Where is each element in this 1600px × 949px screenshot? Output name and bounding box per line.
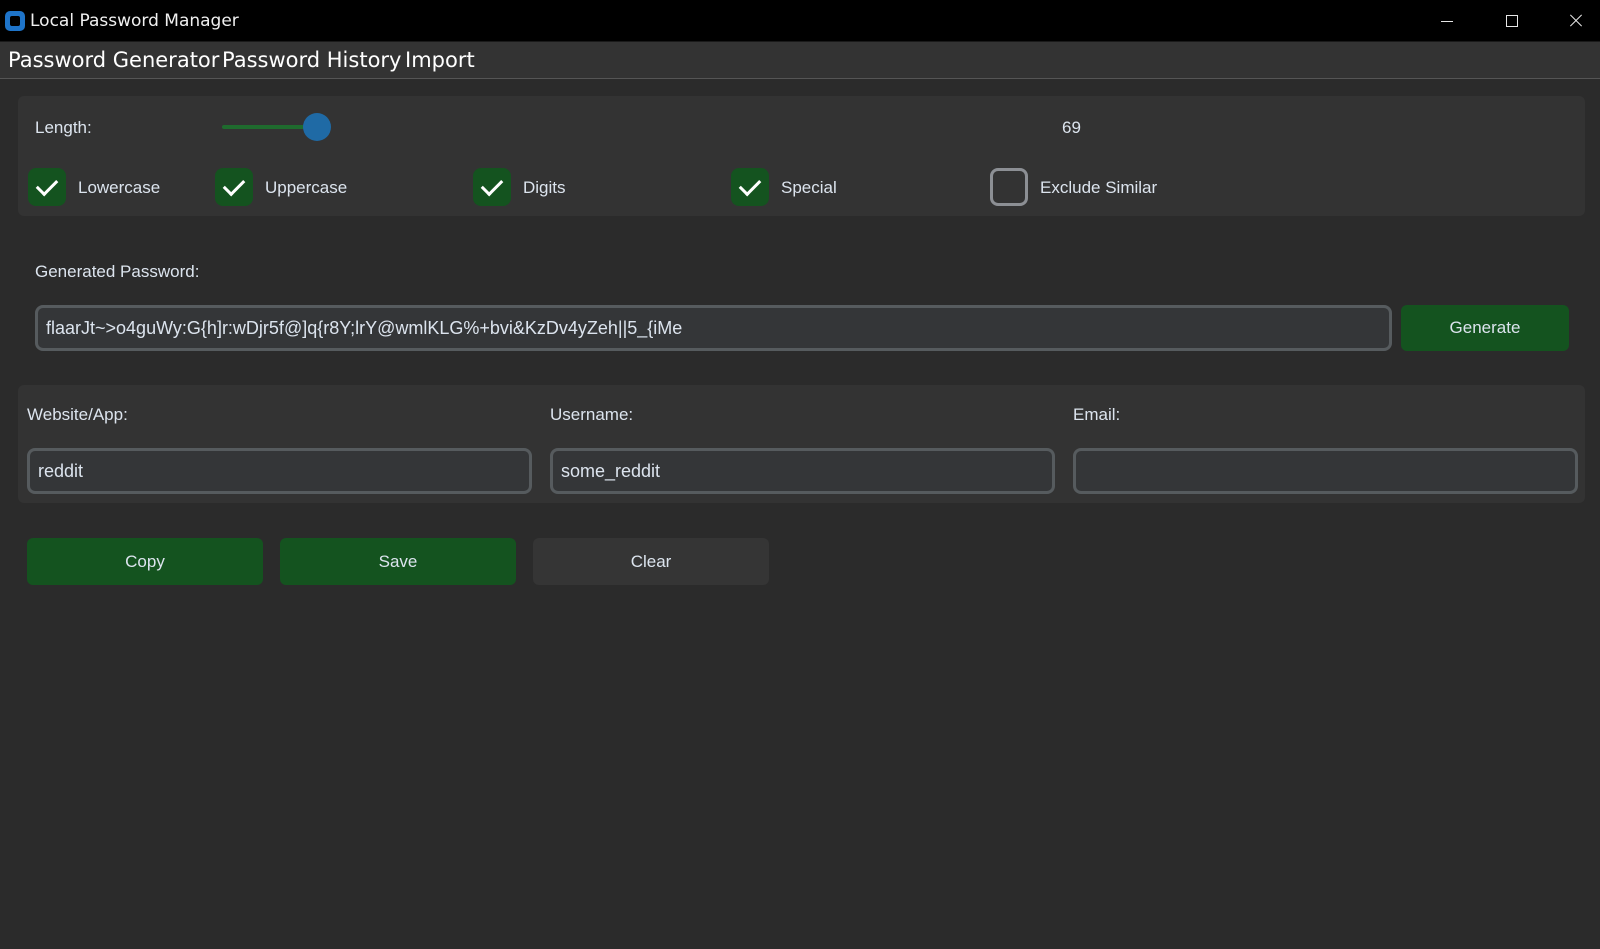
uppercase-label[interactable]: Uppercase [265, 178, 347, 198]
username-label: Username: [550, 405, 634, 424]
email-label: Email: [1073, 405, 1121, 424]
window-title: Local Password Manager [30, 11, 239, 31]
menu-bar: Password Generator Password History Impo… [0, 42, 1600, 79]
generate-button[interactable]: Generate [1401, 305, 1569, 351]
length-slider-handle[interactable] [303, 113, 331, 141]
menu-password-history[interactable]: Password History [222, 48, 401, 72]
generated-password-field[interactable]: flaarJt~>o4guWy:G{h]r:wDjr5f@]q{r8Y;lrY@… [35, 305, 1392, 351]
length-value: 69 [1062, 118, 1081, 137]
save-button[interactable]: Save [280, 538, 516, 585]
generated-password-label: Generated Password: [35, 262, 200, 281]
exclude-similar-label[interactable]: Exclude Similar [1040, 178, 1157, 198]
length-slider-track[interactable] [222, 125, 312, 129]
length-label: Length: [35, 118, 92, 137]
website-label: Website/App: [27, 405, 128, 424]
maximize-icon[interactable] [1491, 4, 1531, 38]
menu-import[interactable]: Import [405, 48, 475, 72]
digits-checkbox[interactable] [473, 168, 511, 206]
minimize-icon[interactable] [1426, 4, 1466, 38]
menu-password-generator[interactable]: Password Generator [8, 48, 219, 72]
special-label[interactable]: Special [781, 178, 837, 198]
app-icon [5, 11, 25, 31]
exclude-similar-checkbox[interactable] [990, 168, 1028, 206]
email-field[interactable] [1073, 448, 1578, 494]
lowercase-label[interactable]: Lowercase [78, 178, 160, 198]
uppercase-checkbox[interactable] [215, 168, 253, 206]
copy-button[interactable]: Copy [27, 538, 263, 585]
website-field[interactable]: reddit [27, 448, 532, 494]
lowercase-checkbox[interactable] [28, 168, 66, 206]
options-panel [18, 96, 1585, 216]
username-field[interactable]: some_reddit [550, 448, 1055, 494]
digits-label[interactable]: Digits [523, 178, 566, 198]
title-bar: Local Password Manager [0, 0, 1600, 42]
clear-button[interactable]: Clear [533, 538, 769, 585]
close-icon[interactable] [1556, 4, 1596, 38]
special-checkbox[interactable] [731, 168, 769, 206]
